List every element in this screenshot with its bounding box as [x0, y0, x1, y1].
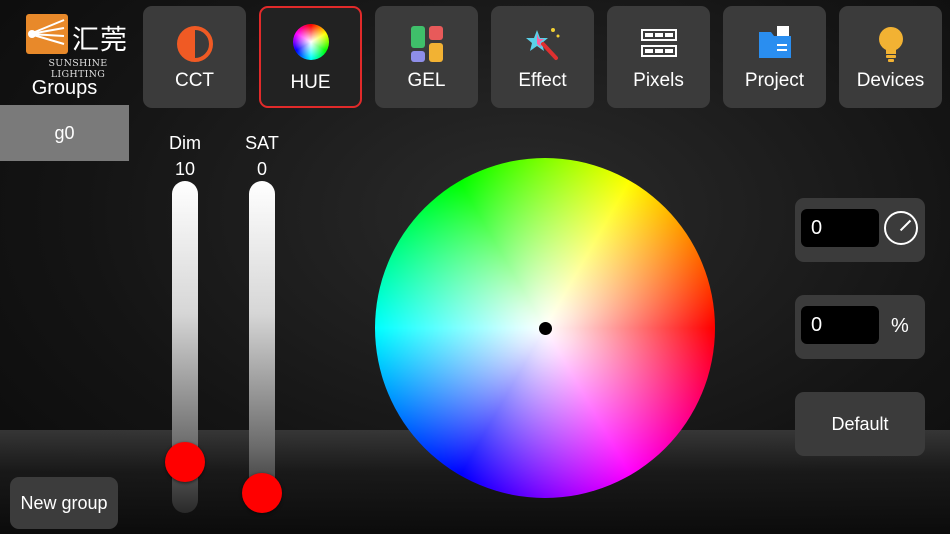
tab-effect[interactable]: Effect	[491, 6, 594, 108]
tab-label: Effect	[518, 70, 567, 91]
tab-hue[interactable]: HUE	[259, 6, 362, 108]
sat-slider-track[interactable]	[249, 181, 275, 513]
angle-dial-icon	[884, 211, 918, 245]
saturation-panel: 0 %	[795, 295, 925, 359]
dim-label: Dim	[169, 133, 201, 153]
color-wheel-selector[interactable]	[539, 322, 552, 335]
sat-label: SAT	[245, 133, 279, 153]
tab-label: HUE	[290, 72, 331, 93]
tab-pixels[interactable]: Pixels	[607, 6, 710, 108]
tab-label: Project	[744, 70, 805, 91]
magic-wand-icon	[523, 24, 563, 64]
pixels-icon	[639, 24, 679, 64]
default-button[interactable]: Default	[795, 392, 925, 456]
tab-label: CCT	[174, 70, 215, 91]
hue-color-wheel[interactable]	[375, 158, 715, 498]
default-button-label: Default	[831, 413, 889, 434]
brand-logo: 汇莞 SUNSHINE LIGHTING	[26, 14, 130, 80]
group-item-g0[interactable]: g0	[0, 105, 129, 161]
logo-mark-icon	[26, 14, 68, 54]
tab-label: Pixels	[633, 70, 684, 91]
groups-title: Groups	[31, 77, 98, 99]
tab-cct[interactable]: CCT	[143, 6, 246, 108]
tab-devices[interactable]: Devices	[839, 6, 942, 108]
percent-unit: %	[891, 315, 909, 337]
gel-grid-icon	[407, 24, 447, 64]
hue-angle-panel: 0	[795, 198, 925, 262]
color-ball-icon	[291, 24, 331, 66]
dim-value: 10	[174, 159, 196, 179]
new-group-button[interactable]: New group	[10, 477, 118, 529]
logo-brand-text: 汇莞	[72, 25, 128, 56]
tab-project[interactable]: Project	[723, 6, 826, 108]
tab-label: GEL	[407, 70, 446, 91]
tab-label: Devices	[856, 70, 925, 91]
half-circle-icon	[175, 24, 215, 64]
hue-angle-input[interactable]: 0	[801, 209, 879, 247]
tab-gel[interactable]: GEL	[375, 6, 478, 108]
dim-slider-knob[interactable]	[165, 442, 205, 482]
folder-icon	[755, 24, 795, 64]
bulb-icon	[871, 24, 911, 64]
sat-slider-knob[interactable]	[242, 473, 282, 513]
saturation-input[interactable]: 0	[801, 306, 879, 344]
sat-value: 0	[256, 159, 267, 179]
